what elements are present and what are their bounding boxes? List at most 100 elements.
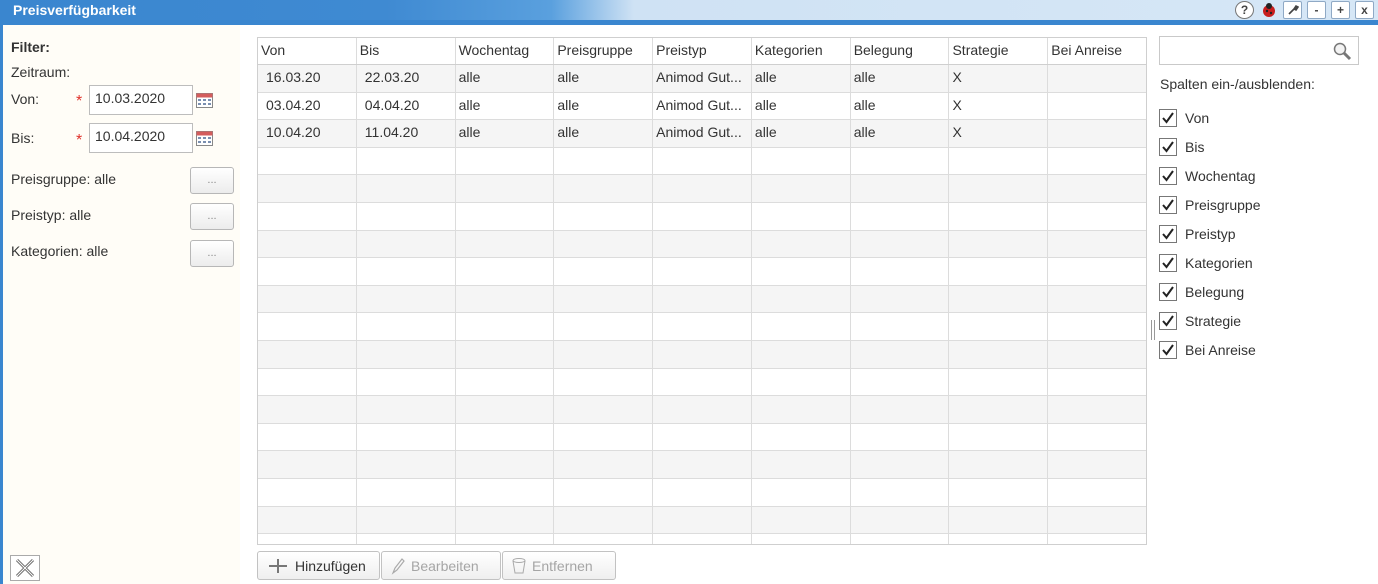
checkbox[interactable] — [1159, 167, 1177, 185]
column-header[interactable]: Belegung — [851, 38, 950, 64]
help-icon[interactable]: ? — [1235, 1, 1254, 19]
table-row[interactable] — [258, 313, 1146, 341]
checkbox[interactable] — [1159, 138, 1177, 156]
table-row[interactable] — [258, 451, 1146, 479]
table-cell — [1048, 479, 1146, 506]
ladybug-icon[interactable] — [1259, 1, 1278, 19]
table-cell — [258, 230, 357, 258]
table-cell — [653, 202, 752, 230]
table-row[interactable] — [258, 175, 1146, 203]
checkbox[interactable] — [1159, 254, 1177, 272]
checkbox[interactable] — [1159, 196, 1177, 214]
table-row[interactable]: 16.03.20 22.03.20 alle alle Animod Gut... all… — [258, 65, 1146, 93]
von-date-field[interactable]: 10.03.2020 — [89, 85, 193, 115]
table-row[interactable]: 10.04.20 11.04.20 alle alle Animod Gut... all… — [258, 120, 1146, 148]
panel-splitter-handle[interactable] — [1151, 320, 1155, 340]
table-cell — [851, 396, 950, 423]
search-icon[interactable] — [1332, 41, 1352, 61]
column-toggle-item[interactable]: Bis — [1159, 138, 1204, 156]
table-cell — [653, 368, 752, 396]
column-toggle-item[interactable]: Preisgruppe — [1159, 196, 1261, 214]
column-header[interactable]: Bei Anreise — [1048, 38, 1146, 64]
close-icon[interactable]: x — [1355, 1, 1374, 19]
column-header[interactable]: Kategorien — [752, 38, 851, 64]
table-cell — [258, 368, 357, 396]
calendar-icon[interactable] — [196, 93, 213, 108]
table-cell — [1048, 148, 1146, 175]
column-search-input[interactable] — [1159, 36, 1359, 65]
column-header[interactable]: Preisgruppe — [554, 38, 654, 64]
table-cell — [1048, 175, 1146, 202]
column-header[interactable]: Preistyp — [653, 38, 752, 64]
column-header[interactable]: Von — [258, 38, 357, 64]
checkbox[interactable] — [1159, 312, 1177, 330]
column-header[interactable]: Wochentag — [456, 38, 555, 64]
column-header[interactable]: Strategie — [949, 38, 1049, 64]
add-button[interactable]: Hinzufügen — [257, 551, 380, 580]
table-row[interactable] — [258, 368, 1146, 397]
table-row[interactable] — [258, 423, 1146, 452]
maximize-icon[interactable]: + — [1331, 1, 1350, 19]
column-toggle-item[interactable]: Bei Anreise — [1159, 341, 1256, 359]
table-row[interactable] — [258, 285, 1146, 314]
table-row[interactable] — [258, 478, 1146, 507]
table-cell: alle — [752, 92, 851, 120]
collapse-filter-icon[interactable] — [10, 555, 40, 581]
table-cell — [752, 340, 851, 368]
table-cell: 10.04.20 — [258, 120, 357, 147]
table-cell — [653, 506, 752, 534]
checkbox[interactable] — [1159, 225, 1177, 243]
column-toggle-item[interactable]: Belegung — [1159, 283, 1244, 301]
table-cell — [456, 368, 555, 396]
table-row[interactable] — [258, 230, 1146, 259]
title-bar: Preisverfügbarkeit ? - + x — [0, 0, 1378, 25]
preistyp-select-button[interactable]: ... — [190, 203, 234, 230]
required-marker: * — [76, 132, 83, 149]
remove-button-label: Entfernen — [532, 557, 593, 574]
column-toggle-item[interactable]: Kategorien — [1159, 254, 1253, 272]
table-cell — [357, 313, 456, 340]
table-row[interactable] — [258, 147, 1146, 176]
edit-button[interactable]: Bearbeiten — [381, 551, 501, 580]
minimize-icon[interactable]: - — [1307, 1, 1326, 19]
column-header[interactable]: Bis — [357, 38, 456, 64]
table-row[interactable] — [258, 396, 1146, 424]
wrench-icon[interactable] — [1283, 1, 1302, 19]
table-cell — [554, 423, 654, 451]
checkbox[interactable] — [1159, 341, 1177, 359]
column-toggle-item[interactable]: Strategie — [1159, 312, 1241, 330]
table-cell — [456, 451, 555, 478]
column-toggle-item[interactable]: Wochentag — [1159, 167, 1256, 185]
table-cell — [949, 506, 1049, 534]
remove-button[interactable]: Entfernen — [502, 551, 616, 580]
kategorien-select-button[interactable]: ... — [190, 240, 234, 267]
column-toggle-item[interactable]: Preistyp — [1159, 225, 1236, 243]
table-row[interactable] — [258, 258, 1146, 286]
checkbox[interactable] — [1159, 109, 1177, 127]
table-cell — [851, 313, 950, 340]
table-row[interactable]: 03.04.20 04.04.20 alle alle Animod Gut... all… — [258, 92, 1146, 121]
table-cell — [258, 396, 357, 423]
table-cell — [653, 451, 752, 478]
checkbox[interactable] — [1159, 283, 1177, 301]
table-cell: Animod Gut... — [653, 65, 752, 92]
table-row[interactable] — [258, 534, 1146, 544]
preisgruppe-select-button[interactable]: ... — [190, 167, 234, 194]
column-toggle-item[interactable]: Von — [1159, 109, 1209, 127]
table-cell — [357, 478, 456, 506]
table-cell — [258, 506, 357, 534]
calendar-icon[interactable] — [196, 131, 213, 146]
table-cell: alle — [456, 92, 555, 120]
table-cell — [851, 423, 950, 451]
table-cell — [258, 147, 357, 175]
bis-date-field[interactable]: 10.04.2020 — [89, 123, 193, 153]
table-cell — [752, 506, 851, 534]
table-row[interactable] — [258, 202, 1146, 231]
table-cell — [258, 451, 357, 478]
table-row[interactable] — [258, 506, 1146, 535]
checkmark-icon — [1162, 257, 1174, 269]
table-row[interactable] — [258, 340, 1146, 369]
checkmark-icon — [1162, 141, 1174, 153]
table-cell — [1048, 231, 1146, 258]
column-toggle-label: Wochentag — [1185, 168, 1256, 184]
